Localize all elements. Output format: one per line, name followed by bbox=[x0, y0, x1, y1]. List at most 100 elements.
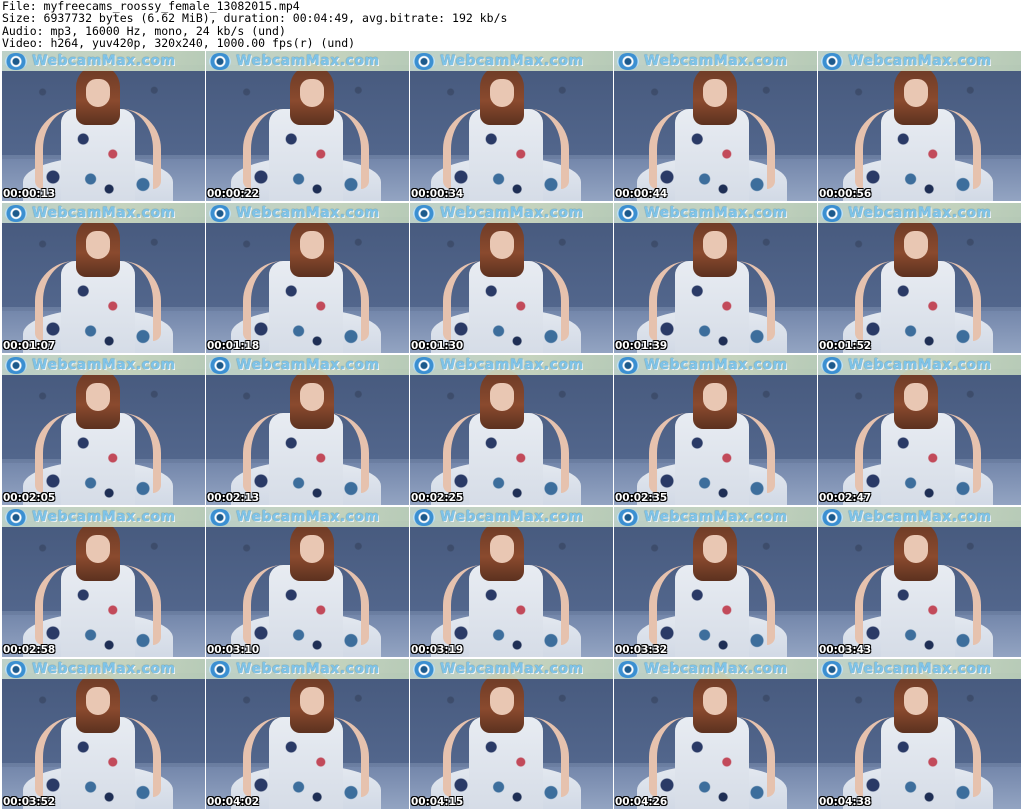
watermark-text: WebcamMax.com bbox=[440, 53, 584, 69]
thumbnail-timestamp: 00:03:52 bbox=[3, 796, 56, 808]
person-face bbox=[86, 383, 110, 411]
thumbnail-timestamp: 00:03:43 bbox=[819, 644, 872, 656]
watermark-text: WebcamMax.com bbox=[236, 661, 380, 677]
video-info-line: Video: h264, yuv420p, 320x240, 1000.00 f… bbox=[2, 36, 356, 51]
thumbnail-timestamp: 00:04:38 bbox=[819, 796, 872, 808]
watermark-text: WebcamMax.com bbox=[32, 661, 176, 677]
watermark-text: WebcamMax.com bbox=[644, 53, 788, 69]
video-thumbnail: WebcamMax.com 00:00:44 bbox=[614, 51, 817, 201]
video-thumbnail: WebcamMax.com 00:01:52 bbox=[818, 203, 1021, 353]
thumbnail-timestamp: 00:01:30 bbox=[411, 340, 464, 352]
video-thumbnail: WebcamMax.com 00:04:15 bbox=[410, 659, 613, 809]
watermark-text: WebcamMax.com bbox=[236, 509, 380, 525]
webcam-icon bbox=[413, 357, 435, 374]
video-thumbnail: WebcamMax.com 00:03:52 bbox=[2, 659, 205, 809]
thumbnail-timestamp: 00:03:10 bbox=[207, 644, 260, 656]
thumbnail-timestamp: 00:01:07 bbox=[3, 340, 56, 352]
watermark-text: WebcamMax.com bbox=[644, 661, 788, 677]
person-face bbox=[904, 687, 928, 715]
person-face bbox=[300, 79, 324, 107]
person-face bbox=[300, 383, 324, 411]
watermark-text: WebcamMax.com bbox=[848, 357, 992, 373]
webcam-icon bbox=[5, 205, 27, 222]
webcam-icon bbox=[821, 661, 843, 678]
person-face bbox=[490, 79, 514, 107]
webcam-icon bbox=[209, 357, 231, 374]
video-thumbnail: WebcamMax.com 00:04:38 bbox=[818, 659, 1021, 809]
thumbnail-timestamp: 00:04:15 bbox=[411, 796, 464, 808]
watermark-text: WebcamMax.com bbox=[644, 205, 788, 221]
webcam-icon bbox=[617, 509, 639, 526]
person-face bbox=[86, 687, 110, 715]
file-info-header: File: myfreecams_roossy_female_13082015.… bbox=[2, 0, 1022, 52]
thumbnail-grid: WebcamMax.com 00:00:13 WebcamMax.com 00:00:… bbox=[2, 51, 1022, 810]
video-thumbnail: WebcamMax.com 00:01:30 bbox=[410, 203, 613, 353]
person-face bbox=[703, 231, 727, 259]
watermark-text: WebcamMax.com bbox=[848, 53, 992, 69]
watermark-text: WebcamMax.com bbox=[848, 509, 992, 525]
watermark-text: WebcamMax.com bbox=[32, 205, 176, 221]
thumbnail-timestamp: 00:01:52 bbox=[819, 340, 872, 352]
thumbnail-timestamp: 00:03:19 bbox=[411, 644, 464, 656]
person-face bbox=[86, 231, 110, 259]
person-face bbox=[703, 79, 727, 107]
video-thumbnail: WebcamMax.com 00:00:56 bbox=[818, 51, 1021, 201]
person-face bbox=[703, 687, 727, 715]
video-thumbnail: WebcamMax.com 00:02:58 bbox=[2, 507, 205, 657]
thumbnail-timestamp: 00:03:32 bbox=[615, 644, 668, 656]
person-face bbox=[300, 687, 324, 715]
webcam-icon bbox=[821, 509, 843, 526]
watermark-text: WebcamMax.com bbox=[32, 357, 176, 373]
watermark-text: WebcamMax.com bbox=[440, 661, 584, 677]
person-face bbox=[86, 535, 110, 563]
watermark-text: WebcamMax.com bbox=[644, 357, 788, 373]
person-face bbox=[490, 535, 514, 563]
person-face bbox=[904, 383, 928, 411]
thumbnail-timestamp: 00:04:26 bbox=[615, 796, 668, 808]
video-thumbnail: WebcamMax.com 00:02:35 bbox=[614, 355, 817, 505]
video-thumbnail: WebcamMax.com 00:04:02 bbox=[206, 659, 409, 809]
watermark-text: WebcamMax.com bbox=[848, 205, 992, 221]
thumbnail-timestamp: 00:01:39 bbox=[615, 340, 668, 352]
webcam-icon bbox=[209, 509, 231, 526]
thumbnail-timestamp: 00:02:58 bbox=[3, 644, 56, 656]
thumbnail-timestamp: 00:02:47 bbox=[819, 492, 872, 504]
watermark-text: WebcamMax.com bbox=[236, 53, 380, 69]
video-thumbnail: WebcamMax.com 00:02:25 bbox=[410, 355, 613, 505]
webcam-icon bbox=[617, 357, 639, 374]
person-face bbox=[300, 535, 324, 563]
webcam-icon bbox=[209, 661, 231, 678]
webcam-icon bbox=[5, 509, 27, 526]
webcam-icon bbox=[821, 53, 843, 70]
thumbnail-timestamp: 00:02:13 bbox=[207, 492, 260, 504]
webcam-icon bbox=[209, 53, 231, 70]
watermark-text: WebcamMax.com bbox=[236, 357, 380, 373]
watermark-text: WebcamMax.com bbox=[32, 509, 176, 525]
video-thumbnail: WebcamMax.com 00:01:39 bbox=[614, 203, 817, 353]
person-face bbox=[904, 79, 928, 107]
watermark-text: WebcamMax.com bbox=[440, 509, 584, 525]
video-thumbnail: WebcamMax.com 00:02:13 bbox=[206, 355, 409, 505]
video-thumbnail: WebcamMax.com 00:00:22 bbox=[206, 51, 409, 201]
video-thumbnail: WebcamMax.com 00:03:43 bbox=[818, 507, 1021, 657]
watermark-text: WebcamMax.com bbox=[848, 661, 992, 677]
thumbnail-timestamp: 00:04:02 bbox=[207, 796, 260, 808]
video-thumbnail: WebcamMax.com 00:03:32 bbox=[614, 507, 817, 657]
webcam-icon bbox=[5, 357, 27, 374]
video-thumbnail: WebcamMax.com 00:04:26 bbox=[614, 659, 817, 809]
watermark-text: WebcamMax.com bbox=[440, 357, 584, 373]
person-face bbox=[703, 383, 727, 411]
video-thumbnail: WebcamMax.com 00:02:47 bbox=[818, 355, 1021, 505]
person-face bbox=[490, 231, 514, 259]
thumbnail-timestamp: 00:00:34 bbox=[411, 188, 464, 200]
watermark-text: WebcamMax.com bbox=[32, 53, 176, 69]
video-thumbnail: WebcamMax.com 00:03:19 bbox=[410, 507, 613, 657]
watermark-text: WebcamMax.com bbox=[644, 509, 788, 525]
person-face bbox=[490, 687, 514, 715]
webcam-icon bbox=[413, 205, 435, 222]
watermark-text: WebcamMax.com bbox=[236, 205, 380, 221]
file-size-line: Size: 6937732 bytes (6.62 MiB), duration… bbox=[2, 11, 508, 26]
person-face bbox=[703, 535, 727, 563]
thumbnail-timestamp: 00:02:25 bbox=[411, 492, 464, 504]
webcam-icon bbox=[821, 205, 843, 222]
